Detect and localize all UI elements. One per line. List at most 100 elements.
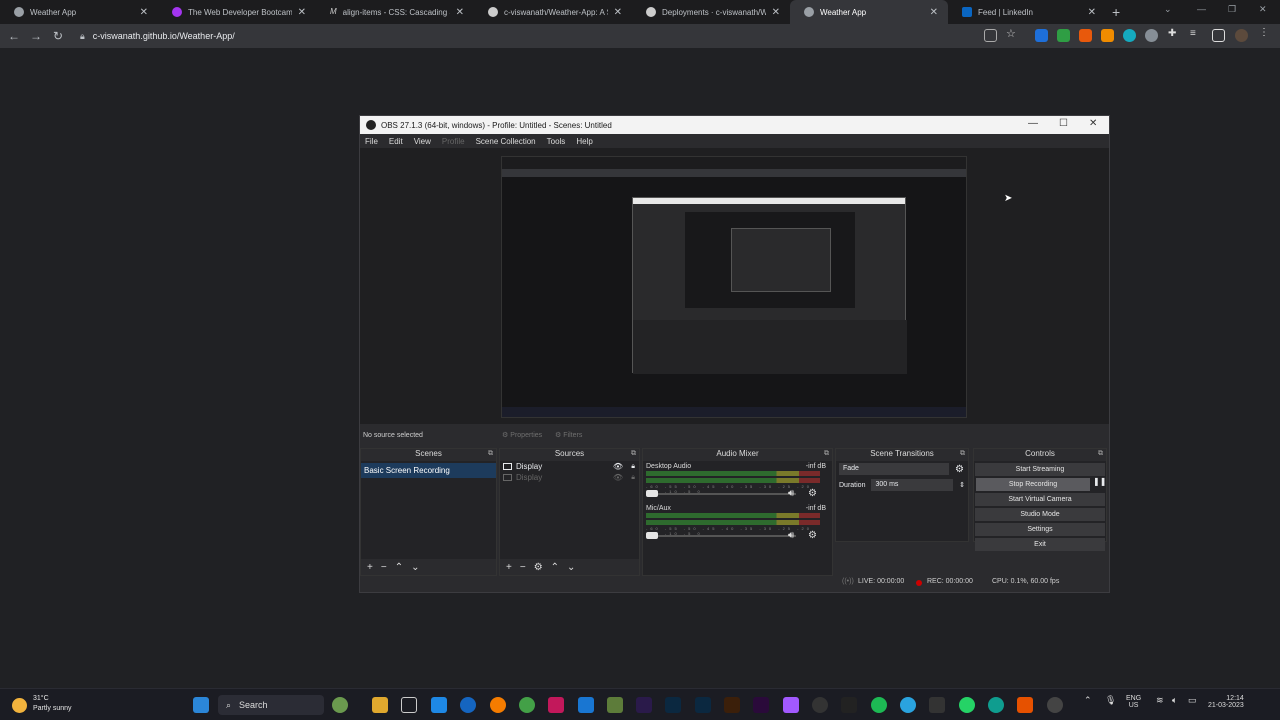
vscode-icon[interactable] bbox=[431, 697, 447, 713]
chevron-up-icon[interactable]: ⌃ bbox=[1084, 695, 1092, 706]
spotify-icon[interactable] bbox=[871, 697, 887, 713]
blender-icon[interactable] bbox=[490, 697, 506, 713]
snipping-icon[interactable] bbox=[401, 697, 417, 713]
close-tab-icon[interactable]: ✕ bbox=[772, 7, 780, 18]
settings-button[interactable]: Settings bbox=[975, 523, 1105, 536]
source-properties-icon[interactable]: ⚙ bbox=[534, 562, 543, 573]
close-window-icon[interactable]: ✕ bbox=[1259, 4, 1267, 15]
app-icon[interactable] bbox=[578, 697, 594, 713]
adblock-icon[interactable] bbox=[1057, 29, 1070, 42]
obs-icon[interactable] bbox=[1047, 697, 1063, 713]
dock-float-icon[interactable]: ⧉ bbox=[631, 450, 636, 458]
share-icon[interactable] bbox=[984, 29, 997, 42]
unreal-icon[interactable] bbox=[812, 697, 828, 713]
reload-icon[interactable]: ↻ bbox=[47, 29, 69, 43]
app-icon[interactable] bbox=[460, 697, 476, 713]
wifi-icon[interactable]: ≋ bbox=[1156, 695, 1164, 706]
add-source-icon[interactable]: + bbox=[506, 562, 512, 573]
tab-weather-app-1[interactable]: Weather App ✕ bbox=[0, 0, 158, 24]
tab-mdn[interactable]: Malign-items - CSS: Cascading Sty ✕ bbox=[316, 0, 474, 24]
app-icon[interactable] bbox=[841, 697, 857, 713]
gear-icon[interactable]: ⚙ bbox=[808, 530, 817, 541]
gear-icon[interactable]: ⚙ bbox=[808, 488, 817, 499]
filters-button[interactable]: ⚙ Filters bbox=[555, 431, 582, 440]
menu-scene-collection[interactable]: Scene Collection bbox=[476, 137, 536, 146]
duration-spinbox[interactable]: 300 ms bbox=[871, 479, 954, 491]
telegram-icon[interactable] bbox=[900, 697, 916, 713]
speaker-icon[interactable]: 🔊︎ bbox=[788, 530, 794, 541]
close-tab-icon[interactable]: ✕ bbox=[614, 7, 622, 18]
whatsapp-icon[interactable] bbox=[959, 697, 975, 713]
new-tab-button[interactable]: + bbox=[1112, 4, 1120, 20]
close-icon[interactable]: ✕ bbox=[1089, 118, 1097, 129]
speaker-icon[interactable]: 🔊︎ bbox=[788, 488, 794, 499]
microphone-icon[interactable]: 🎙︎ bbox=[1105, 695, 1116, 706]
visibility-eye-icon[interactable]: 👁︎ bbox=[613, 462, 623, 471]
close-tab-icon[interactable]: ✕ bbox=[1088, 7, 1096, 18]
extension-icon[interactable] bbox=[1035, 29, 1048, 42]
tab-linkedin[interactable]: Feed | LinkedIn ✕ bbox=[948, 0, 1106, 24]
properties-button[interactable]: ⚙ Properties bbox=[502, 431, 542, 440]
slider-knob[interactable] bbox=[646, 490, 658, 497]
source-item[interactable]: Display 👁︎ 🔒︎ bbox=[500, 461, 639, 472]
menu-profile[interactable]: Profile bbox=[442, 137, 465, 146]
app-icon[interactable] bbox=[548, 697, 564, 713]
illustrator-icon[interactable] bbox=[724, 697, 740, 713]
maximize-icon[interactable]: ☐ bbox=[1059, 118, 1068, 129]
clock[interactable]: 12:14 21-03-2023 bbox=[1208, 695, 1244, 709]
close-tab-icon[interactable]: ✕ bbox=[930, 7, 938, 18]
remove-source-icon[interactable]: − bbox=[520, 562, 526, 573]
exit-button[interactable]: Exit bbox=[975, 538, 1105, 551]
back-icon[interactable]: ← bbox=[3, 29, 25, 43]
after-effects-icon[interactable] bbox=[636, 697, 652, 713]
scene-item[interactable]: Basic Screen Recording bbox=[361, 463, 496, 478]
dock-float-icon[interactable]: ⧉ bbox=[824, 450, 829, 458]
move-down-icon[interactable]: ⌄ bbox=[567, 562, 575, 573]
extension-icon[interactable] bbox=[1079, 29, 1092, 42]
dock-float-icon[interactable]: ⧉ bbox=[1098, 450, 1103, 458]
speaker-icon[interactable]: 🔈︎ bbox=[1172, 695, 1177, 706]
lightroom-icon[interactable] bbox=[695, 697, 711, 713]
transition-settings-gear-icon[interactable]: ⚙ bbox=[955, 464, 964, 475]
studio-mode-button[interactable]: Studio Mode bbox=[975, 508, 1105, 521]
dock-float-icon[interactable]: ⧉ bbox=[960, 450, 965, 458]
pause-icon[interactable]: ❚❚ bbox=[1093, 477, 1106, 486]
transition-select[interactable]: Fade bbox=[839, 463, 949, 475]
lock-icon[interactable]: 🔒︎ bbox=[631, 474, 635, 482]
edge-icon[interactable] bbox=[988, 697, 1004, 713]
move-up-icon[interactable]: ⌃ bbox=[395, 562, 403, 573]
start-streaming-button[interactable]: Start Streaming bbox=[975, 463, 1105, 476]
tab-github-deployments[interactable]: Deployments · c-viswanath/We ✕ bbox=[632, 0, 790, 24]
address-bar[interactable]: 🔒︎ c-viswanath.github.io/Weather-App/ bbox=[80, 27, 980, 45]
battery-icon[interactable]: ▭ bbox=[1188, 695, 1197, 706]
menu-file[interactable]: File bbox=[365, 137, 378, 146]
minimize-icon[interactable]: — bbox=[1197, 4, 1206, 14]
visibility-hidden-icon[interactable]: 👁︎ bbox=[613, 473, 623, 482]
file-explorer-icon[interactable] bbox=[372, 697, 388, 713]
language-indicator[interactable]: ENG US bbox=[1126, 695, 1141, 709]
lock-icon[interactable]: 🔒︎ bbox=[631, 463, 635, 471]
tab-udemy[interactable]: The Web Developer Bootcamp 2✕ bbox=[158, 0, 316, 24]
tab-github-repo[interactable]: c-viswanath/Weather-App: A Si ✕ bbox=[474, 0, 632, 24]
menu-kebab-icon[interactable]: ⋮ bbox=[1259, 27, 1272, 40]
bookmark-star-icon[interactable]: ☆ bbox=[1006, 27, 1019, 40]
photoshop-icon[interactable] bbox=[665, 697, 681, 713]
premiere-icon[interactable] bbox=[753, 697, 769, 713]
close-tab-icon[interactable]: ✕ bbox=[140, 7, 148, 18]
avatar[interactable] bbox=[1235, 29, 1248, 42]
menu-edit[interactable]: Edit bbox=[389, 137, 403, 146]
move-down-icon[interactable]: ⌄ bbox=[411, 562, 419, 573]
volume-slider[interactable] bbox=[646, 532, 796, 539]
tab-search-icon[interactable]: ⌄ bbox=[1164, 4, 1172, 15]
minecraft-icon[interactable] bbox=[607, 697, 623, 713]
chrome-icon[interactable] bbox=[519, 697, 535, 713]
taskbar-search[interactable]: ⌕ Search bbox=[218, 695, 324, 715]
move-up-icon[interactable]: ⌃ bbox=[551, 562, 559, 573]
grammarly-icon[interactable] bbox=[1123, 29, 1136, 42]
bulb-icon[interactable] bbox=[1145, 29, 1158, 42]
figma-icon[interactable] bbox=[783, 697, 799, 713]
dock-float-icon[interactable]: ⧉ bbox=[488, 450, 493, 458]
side-panel-icon[interactable] bbox=[1212, 29, 1225, 42]
start-virtual-camera-button[interactable]: Start Virtual Camera bbox=[975, 493, 1105, 506]
spin-arrows-icon[interactable]: ⇕ bbox=[959, 481, 965, 489]
